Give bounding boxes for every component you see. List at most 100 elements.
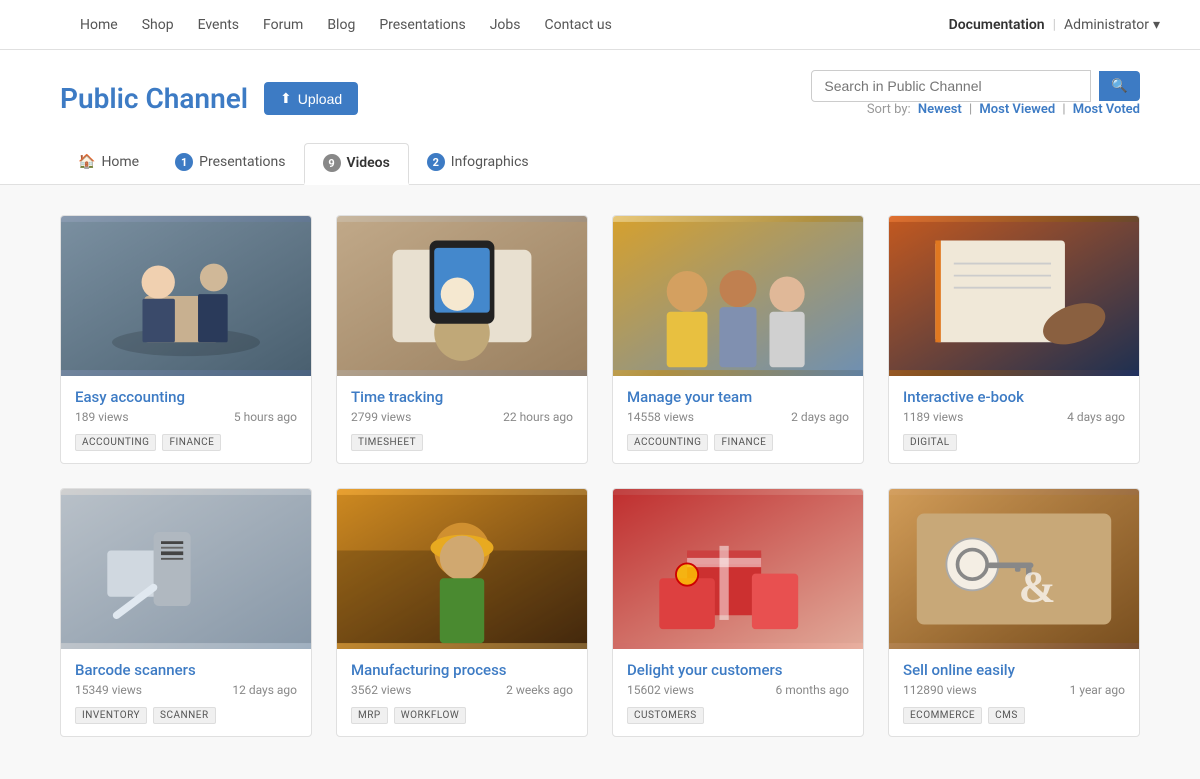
page-header: Public Channel ⬆ Upload 🔍 Sort by: Newes… (0, 50, 1200, 185)
nav-divider: | (1053, 17, 1056, 33)
card-meta: 112890 views 1 year ago (903, 683, 1125, 697)
card-tags: ACCOUNTING FINANCE (75, 434, 297, 451)
card-time: 6 months ago (775, 683, 849, 697)
tab-videos[interactable]: 9 Videos (304, 143, 409, 185)
card-meta: 1189 views 4 days ago (903, 410, 1125, 424)
card-7[interactable]: Delight your customers 15602 views 6 mon… (612, 488, 864, 737)
card-tags: ECOMMERCE CMS (903, 707, 1125, 724)
search-button[interactable]: 🔍 (1099, 71, 1140, 101)
tag: FINANCE (714, 434, 773, 451)
card-tags: ACCOUNTINGFINANCE (627, 434, 849, 451)
card-time: 22 hours ago (503, 410, 573, 424)
tag: INVENTORY (75, 707, 147, 724)
card-thumbnail (61, 489, 311, 649)
title-left: Public Channel ⬆ Upload (60, 82, 358, 115)
card-views: 14558 views (627, 410, 694, 424)
nav-documentation[interactable]: Documentation (949, 17, 1045, 33)
card-5[interactable]: Barcode scanners 15349 views 12 days ago… (60, 488, 312, 737)
card-views: 112890 views (903, 683, 977, 697)
page-title-row: Public Channel ⬆ Upload 🔍 Sort by: Newes… (60, 70, 1140, 127)
tag: MRP (351, 707, 388, 724)
sort-row: Sort by: Newest | Most Viewed | Most Vot… (811, 102, 1140, 117)
upload-icon: ⬆ (280, 90, 292, 107)
card-body: Delight your customers 15602 views 6 mon… (613, 649, 863, 736)
card-time: 4 days ago (1067, 410, 1125, 424)
nav-shop[interactable]: Shop (142, 17, 174, 33)
search-area: 🔍 Sort by: Newest | Most Viewed | Most V… (811, 70, 1140, 127)
presentations-badge: 1 (175, 153, 193, 171)
card-thumbnail (613, 489, 863, 649)
card-title[interactable]: Manufacturing process (351, 661, 573, 679)
sort-divider-2: | (1062, 102, 1068, 117)
card-meta: 189 views 5 hours ago (75, 410, 297, 424)
card-2[interactable]: Time tracking 2799 views 22 hours ago TI… (336, 215, 588, 464)
card-body: Manage your team 14558 views 2 days ago … (613, 376, 863, 463)
tag: FINANCE (162, 434, 221, 451)
card-title[interactable]: Sell online easily (903, 661, 1125, 679)
sort-newest[interactable]: Newest (918, 102, 962, 117)
search-icon: 🔍 (1111, 78, 1128, 93)
home-icon: 🏠 (78, 154, 95, 170)
sort-most-voted[interactable]: Most Voted (1073, 102, 1140, 117)
nav-forum[interactable]: Forum (263, 17, 303, 33)
tag: CMS (988, 707, 1025, 724)
card-8[interactable]: & Sell online easily 112890 views 1 year… (888, 488, 1140, 737)
upload-button[interactable]: ⬆ Upload (264, 82, 358, 115)
page-title: Public Channel (60, 82, 248, 115)
card-tags: MRPWORKFLOW (351, 707, 573, 724)
card-meta: 15602 views 6 months ago (627, 683, 849, 697)
card-title[interactable]: Delight your customers (627, 661, 849, 679)
card-title[interactable]: Time tracking (351, 388, 573, 406)
videos-badge: 9 (323, 154, 341, 172)
card-time: 2 days ago (791, 410, 849, 424)
card-tags: DIGITAL (903, 434, 1125, 451)
search-input[interactable] (811, 70, 1091, 102)
card-thumbnail (337, 489, 587, 649)
card-views: 15349 views (75, 683, 142, 697)
infographics-badge: 2 (427, 153, 445, 171)
main-content: Easy accounting 189 views 5 hours ago AC… (0, 185, 1200, 767)
card-1[interactable]: Easy accounting 189 views 5 hours ago AC… (60, 215, 312, 464)
card-time: 5 hours ago (234, 410, 297, 424)
card-meta: 3562 views 2 weeks ago (351, 683, 573, 697)
card-views: 15602 views (627, 683, 694, 697)
card-thumbnail (889, 216, 1139, 376)
card-views: 189 views (75, 410, 129, 424)
card-title[interactable]: Manage your team (627, 388, 849, 406)
tag: ACCOUNTING (75, 434, 156, 451)
card-thumbnail (613, 216, 863, 376)
nav-events[interactable]: Events (198, 17, 239, 33)
card-body: Manufacturing process 3562 views 2 weeks… (337, 649, 587, 736)
card-title[interactable]: Barcode scanners (75, 661, 297, 679)
tag: DIGITAL (903, 434, 957, 451)
card-thumbnail (61, 216, 311, 376)
nav-blog[interactable]: Blog (327, 17, 355, 33)
tag: TIMESHEET (351, 434, 423, 451)
tab-presentations[interactable]: 1 Presentations (157, 143, 303, 184)
cards-grid: Easy accounting 189 views 5 hours ago AC… (60, 215, 1140, 737)
nav-home[interactable]: Home (80, 17, 118, 33)
card-6[interactable]: Manufacturing process 3562 views 2 weeks… (336, 488, 588, 737)
search-row: 🔍 (811, 70, 1140, 102)
card-3[interactable]: Manage your team 14558 views 2 days ago … (612, 215, 864, 464)
nav-jobs[interactable]: Jobs (490, 17, 521, 33)
nav-contact[interactable]: Contact us (544, 17, 611, 33)
card-thumbnail (337, 216, 587, 376)
card-time: 1 year ago (1070, 683, 1125, 697)
sort-most-viewed[interactable]: Most Viewed (979, 102, 1055, 117)
card-views: 1189 views (903, 410, 963, 424)
card-body: Barcode scanners 15349 views 12 days ago… (61, 649, 311, 736)
card-body: Time tracking 2799 views 22 hours ago TI… (337, 376, 587, 463)
svg-text:&: & (1019, 561, 1056, 611)
card-title[interactable]: Interactive e-book (903, 388, 1125, 406)
card-title[interactable]: Easy accounting (75, 388, 297, 406)
tag: ECOMMERCE (903, 707, 982, 724)
nav-presentations[interactable]: Presentations (379, 17, 465, 33)
card-tags: CUSTOMERS (627, 707, 849, 724)
tab-home[interactable]: 🏠 Home (60, 144, 157, 183)
card-4[interactable]: Interactive e-book 1189 views 4 days ago… (888, 215, 1140, 464)
card-body: Sell online easily 112890 views 1 year a… (889, 649, 1139, 736)
nav-user[interactable]: Administrator ▾ (1064, 17, 1160, 33)
tab-infographics[interactable]: 2 Infographics (409, 143, 547, 184)
card-views: 3562 views (351, 683, 411, 697)
